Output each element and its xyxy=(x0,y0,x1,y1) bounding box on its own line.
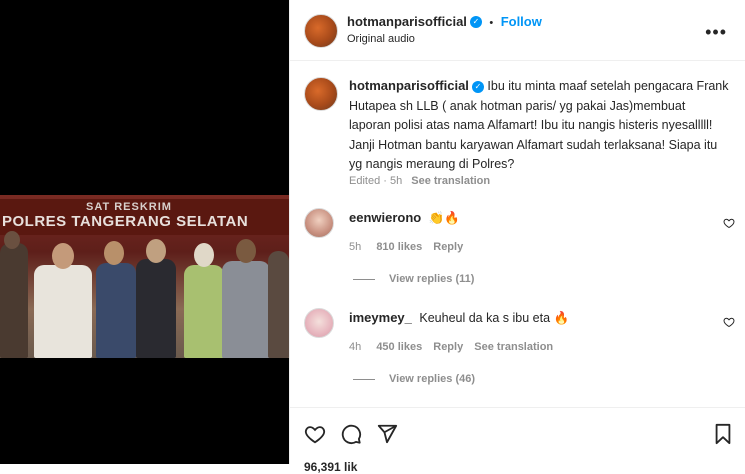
person-head xyxy=(104,241,124,265)
comment-heart-icon[interactable] xyxy=(723,316,735,328)
reply-button[interactable]: Reply xyxy=(433,341,463,353)
comment-icon[interactable] xyxy=(340,423,362,445)
comment-time: 4h xyxy=(349,341,362,353)
comment-likes[interactable]: 810 likes xyxy=(376,241,422,253)
view-replies-line xyxy=(353,378,375,380)
comment-row: imeymey_ Keuheul da ka s ibu eta 🔥 xyxy=(349,308,569,329)
share-icon[interactable] xyxy=(376,423,398,445)
person-figure xyxy=(136,259,176,358)
comment-meta: 4h 450 likes Reply See translation xyxy=(349,341,553,353)
comment-text: 👏🔥 xyxy=(428,211,460,225)
person-head xyxy=(194,243,214,267)
video-panel[interactable]: SAT RESKRIM POLRES TANGERANG SELATAN xyxy=(0,0,289,464)
caption-see-translation[interactable]: See translation xyxy=(411,175,490,187)
reply-button[interactable]: Reply xyxy=(433,241,463,253)
audio-label[interactable]: Original audio xyxy=(347,33,415,45)
person-head xyxy=(236,239,256,263)
comment-heart-icon[interactable] xyxy=(723,217,735,229)
avatar[interactable] xyxy=(304,14,338,48)
comment-text: Keuheul da ka s ibu eta 🔥 xyxy=(419,311,570,325)
video-banner: SAT RESKRIM POLRES TANGERANG SELATAN xyxy=(0,199,289,235)
verified-icon: ✓ xyxy=(469,15,482,28)
header-separator: • xyxy=(489,17,494,29)
view-replies[interactable]: View replies (11) xyxy=(353,273,474,285)
bookmark-icon[interactable] xyxy=(713,423,733,445)
more-icon[interactable]: ••• xyxy=(705,22,727,43)
person-figure xyxy=(0,243,28,358)
verified-icon: ✓ xyxy=(471,80,484,93)
view-replies-line xyxy=(353,278,375,280)
caption-username[interactable]: hotmanparisofficial xyxy=(349,78,469,93)
comment-row: eenwierono 👏🔥 xyxy=(349,208,460,229)
likes-count[interactable]: 96,391 lik xyxy=(304,460,357,474)
heart-icon[interactable] xyxy=(304,423,326,445)
view-replies-label[interactable]: View replies (46) xyxy=(389,373,475,385)
person-figure xyxy=(268,251,289,358)
caption-text: hotmanparisofficial ✓ Ibu itu minta maaf … xyxy=(349,76,729,175)
panel-divider xyxy=(289,0,290,464)
banner-line-1: SAT RESKRIM xyxy=(86,201,172,213)
comment-time: 5h xyxy=(349,241,362,253)
view-replies-label[interactable]: View replies (11) xyxy=(389,273,474,285)
header-username[interactable]: hotmanparisofficial xyxy=(347,14,467,29)
person-figure xyxy=(34,265,92,358)
view-replies[interactable]: View replies (46) xyxy=(353,373,475,385)
person-figure xyxy=(96,263,136,358)
comment-avatar[interactable] xyxy=(304,208,334,238)
comment-username[interactable]: eenwierono xyxy=(349,210,421,225)
caption-avatar[interactable] xyxy=(304,77,338,111)
post-header: hotmanparisofficial ✓ • Follow Original a… xyxy=(290,0,745,61)
comment-likes[interactable]: 450 likes xyxy=(376,341,422,353)
comment-meta: 5h 810 likes Reply xyxy=(349,241,463,253)
person-figure xyxy=(222,261,270,358)
person-head xyxy=(146,239,166,263)
header-user-row: hotmanparisofficial ✓ • Follow xyxy=(347,13,542,31)
person-figure xyxy=(184,265,224,358)
caption-meta: Edited · 5h See translation xyxy=(349,175,490,187)
comment-see-translation[interactable]: See translation xyxy=(474,341,553,353)
comment-username[interactable]: imeymey_ xyxy=(349,310,412,325)
caption-block: hotmanparisofficial ✓ Ibu itu minta maaf … xyxy=(349,76,729,175)
person-head xyxy=(4,231,20,249)
caption-edited: Edited · 5h xyxy=(349,175,403,187)
person-head xyxy=(52,243,74,269)
banner-line-2: POLRES TANGERANG SELATAN xyxy=(2,213,249,230)
video-frame[interactable]: SAT RESKRIM POLRES TANGERANG SELATAN xyxy=(0,195,289,358)
comment-avatar[interactable] xyxy=(304,308,334,338)
follow-button[interactable]: Follow xyxy=(501,14,542,29)
action-bar: 96,391 lik xyxy=(290,407,745,474)
